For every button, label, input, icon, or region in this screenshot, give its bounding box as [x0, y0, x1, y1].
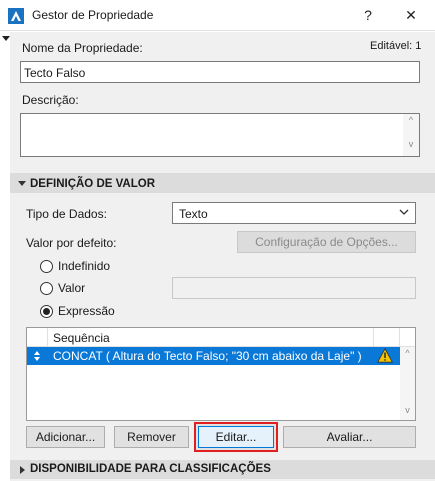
property-name-label: Nome da Propriedade: — [22, 41, 143, 55]
description-input[interactable]: ^ v — [20, 113, 420, 157]
radio-selected-dot — [43, 308, 50, 315]
value-section-title: DEFINIÇÃO DE VALOR — [30, 178, 156, 190]
radio-undefined[interactable] — [40, 260, 53, 273]
window-title: Gestor de Propriedade — [32, 8, 154, 22]
availability-section-header[interactable]: DISPONIBILIDADE PARA CLASSIFICAÇÕES — [10, 460, 435, 479]
collapse-arrow-icon[interactable] — [2, 36, 10, 41]
scroll-up-icon[interactable]: ^ — [400, 348, 415, 358]
list-item[interactable]: CONCAT ( Altura do Tecto Falso; "30 cm a… — [27, 347, 400, 365]
list-scrollbar[interactable]: ^ v — [400, 347, 415, 420]
editable-count: Editável: 1 — [370, 40, 422, 52]
edit-button-label: Editar... — [215, 430, 257, 444]
collapsed-triangle-icon — [20, 466, 25, 474]
radio-expression-label: Expressão — [58, 304, 115, 318]
evaluate-button[interactable]: Avaliar... — [283, 426, 416, 448]
radio-value-label: Valor — [58, 281, 86, 295]
scroll-up-icon[interactable]: ^ — [403, 115, 419, 125]
chevron-down-icon — [399, 209, 409, 215]
column-divider — [373, 328, 374, 346]
scroll-down-icon[interactable]: v — [400, 405, 415, 415]
app-icon — [8, 8, 24, 24]
close-button[interactable]: ✕ — [400, 4, 422, 26]
remove-button[interactable]: Remover — [114, 426, 189, 448]
value-input[interactable] — [172, 277, 416, 299]
expression-text: CONCAT ( Altura do Tecto Falso; "30 cm a… — [53, 349, 362, 363]
property-name-value: Tecto Falso — [24, 66, 86, 80]
options-config-button[interactable]: Configuração de Opções... — [237, 231, 416, 253]
add-button[interactable]: Adicionar... — [26, 426, 105, 448]
title-bar: Gestor de Propriedade ? ✕ — [0, 0, 435, 31]
data-type-value: Texto — [179, 207, 208, 221]
help-button[interactable]: ? — [357, 4, 379, 26]
list-header: Sequência — [27, 328, 415, 347]
dialog-content: Nome da Propriedade: Editável: 1 Tecto F… — [10, 32, 435, 481]
edit-button-face: Editar... — [198, 426, 274, 448]
default-value-label: Valor por defeito: — [26, 236, 117, 250]
sequence-column-header: Sequência — [53, 331, 110, 345]
description-scrollbar[interactable]: ^ v — [403, 114, 419, 156]
data-type-label: Tipo de Dados: — [26, 207, 107, 221]
column-divider — [47, 328, 48, 346]
edit-button[interactable]: Editar... — [194, 422, 278, 452]
expand-triangle-icon — [18, 181, 26, 186]
reorder-handle-icon[interactable] — [33, 350, 41, 362]
availability-section-title: DISPONIBILIDADE PARA CLASSIFICAÇÕES — [30, 463, 271, 475]
property-name-input[interactable]: Tecto Falso — [20, 61, 420, 83]
radio-value[interactable] — [40, 282, 53, 295]
description-label: Descrição: — [22, 93, 79, 107]
data-type-select[interactable]: Texto — [172, 202, 416, 224]
column-divider — [399, 328, 400, 346]
value-section-header[interactable]: DEFINIÇÃO DE VALOR — [10, 173, 435, 193]
radio-expression[interactable] — [40, 305, 53, 318]
warning-icon — [377, 348, 393, 363]
expression-list[interactable]: Sequência CONCAT ( Altura do Tecto Falso… — [26, 327, 416, 421]
scroll-down-icon[interactable]: v — [403, 139, 419, 149]
radio-undefined-label: Indefinido — [58, 259, 111, 273]
